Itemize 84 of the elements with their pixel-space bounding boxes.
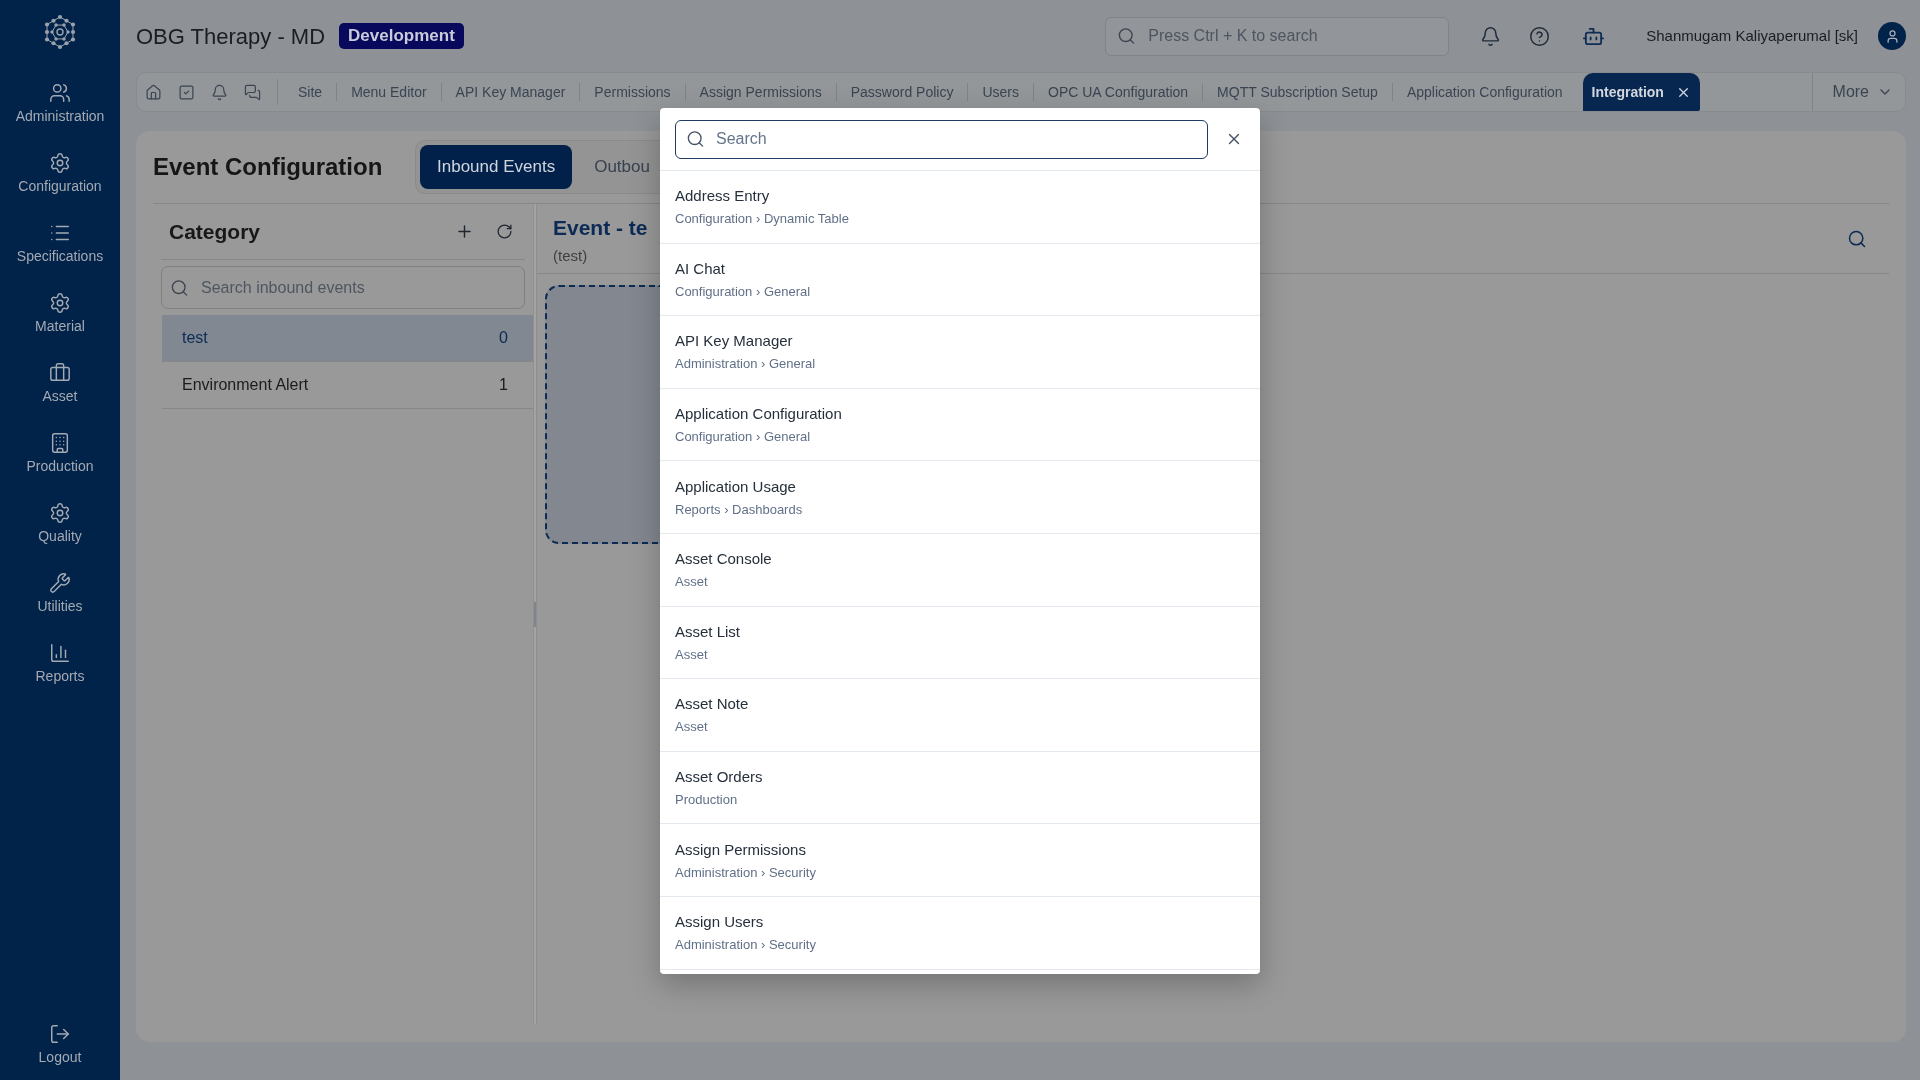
- category-name: Environment Alert: [182, 375, 309, 395]
- result-path: Reports › Dashboards: [675, 500, 803, 518]
- event-subtitle: (test): [553, 245, 589, 265]
- result-title: Address Entry: [675, 186, 770, 207]
- event-title: Event - te: [553, 214, 648, 241]
- search-result[interactable]: Asset Orders Production: [660, 751, 1260, 825]
- result-title: Asset Orders: [675, 767, 763, 788]
- search-icon[interactable]: [1847, 228, 1867, 249]
- result-path: Asset: [675, 573, 708, 591]
- result-path: Administration › Security: [675, 936, 816, 954]
- building-icon: [49, 431, 71, 454]
- category-row[interactable]: test 0: [162, 315, 533, 362]
- tab[interactable]: Integration: [1582, 73, 1700, 111]
- avatar-icon[interactable]: [1878, 22, 1906, 50]
- result-path: Production: [675, 791, 738, 809]
- result-path: Configuration › General: [675, 428, 811, 446]
- search-result[interactable]: API Key Manager Administration › General: [660, 316, 1260, 389]
- item-count: 1: [499, 375, 508, 395]
- sidebar-item[interactable]: Administration: [0, 68, 120, 138]
- search-result[interactable]: Asset Console Asset: [660, 533, 1260, 607]
- sidebar-item[interactable]: Asset: [0, 348, 120, 418]
- gear-icon: [49, 501, 71, 524]
- search-result[interactable]: Assign Permissions Administration › Security: [660, 824, 1260, 897]
- result-title: Asset List: [675, 621, 741, 642]
- result-title: AI Chat: [675, 258, 726, 279]
- result-title: Application Configuration: [675, 404, 842, 425]
- search-result[interactable]: Application Configuration Configuration › General: [660, 388, 1260, 462]
- item-count: 0: [499, 328, 508, 348]
- sidebar-item[interactable]: Specifications: [0, 208, 120, 278]
- search-result[interactable]: Asset List Asset: [660, 606, 1260, 680]
- category-name: test: [182, 328, 208, 348]
- tab[interactable]: API Key Manager: [441, 78, 580, 106]
- bell-icon[interactable]: [211, 83, 228, 101]
- search-icon: [170, 278, 189, 297]
- chat-icon[interactable]: [244, 83, 261, 101]
- environment-badge: Development: [339, 23, 464, 49]
- search-result[interactable]: AI Chat Configuration › General: [660, 243, 1260, 317]
- gear-icon: [49, 291, 71, 314]
- bell-icon[interactable]: [1480, 25, 1502, 47]
- briefcase-icon: [49, 361, 71, 384]
- result-path: Administration › Security: [675, 863, 816, 881]
- search-icon: [686, 129, 705, 149]
- logout-button[interactable]: Logout: [0, 1009, 120, 1079]
- search-result[interactable]: Assign Users Administration › Security: [660, 896, 1260, 970]
- wrench-icon: [49, 571, 71, 594]
- search-result[interactable]: Asset Note Asset: [660, 679, 1260, 752]
- search-icon: [1117, 26, 1137, 46]
- result-title: Asset Console: [675, 549, 772, 570]
- app-title: OBG Therapy - MD: [136, 22, 326, 51]
- result-path: Configuration › Dynamic Table: [675, 210, 849, 228]
- tab[interactable]: Inbound Events: [420, 145, 573, 189]
- gear-icon: [49, 151, 71, 174]
- result-path: Administration › General: [675, 355, 816, 373]
- user-name: Shanmugam Kaliyaperumal [sk]: [1646, 25, 1858, 46]
- search-result[interactable]: Application Usage Reports › Dashboards: [660, 461, 1260, 534]
- search-field[interactable]: Search inbound events: [161, 266, 525, 309]
- panel-title: Category: [169, 218, 261, 245]
- sidebar-item[interactable]: Production: [0, 418, 120, 488]
- result-title: Assign Permissions: [675, 839, 806, 860]
- result-path: Configuration › General: [675, 282, 811, 300]
- sidebar-item[interactable]: Quality: [0, 488, 120, 558]
- search-field[interactable]: Press Ctrl + K to search: [1105, 16, 1450, 56]
- sidebar-item[interactable]: Reports: [0, 628, 120, 698]
- users-icon: [49, 81, 71, 104]
- search-field[interactable]: Search: [675, 119, 1208, 159]
- page-title: Event Configuration: [153, 152, 383, 182]
- help-icon[interactable]: [1529, 25, 1551, 47]
- logout-icon: [49, 1022, 71, 1045]
- result-title: Application Usage: [675, 476, 796, 497]
- result-title: Asset Note: [675, 694, 749, 715]
- add-icon[interactable]: [455, 222, 474, 241]
- result-path: Asset: [675, 645, 708, 663]
- result-path: Asset: [675, 718, 708, 736]
- sidebar-item[interactable]: Material: [0, 278, 120, 348]
- result-title: API Key Manager: [675, 331, 793, 352]
- check-square-icon[interactable]: [178, 83, 195, 101]
- search-result[interactable]: Address Entry Configuration › Dynamic Table: [660, 171, 1260, 244]
- bar-chart-icon: [49, 641, 71, 664]
- sidebar-item[interactable]: Utilities: [0, 558, 120, 628]
- dotted-hexagon-logo: [42, 14, 78, 50]
- refresh-icon[interactable]: [496, 223, 513, 240]
- sidebar-item[interactable]: Configuration: [0, 138, 120, 208]
- home-icon[interactable]: [145, 83, 162, 101]
- result-title: Assign Users: [675, 912, 764, 933]
